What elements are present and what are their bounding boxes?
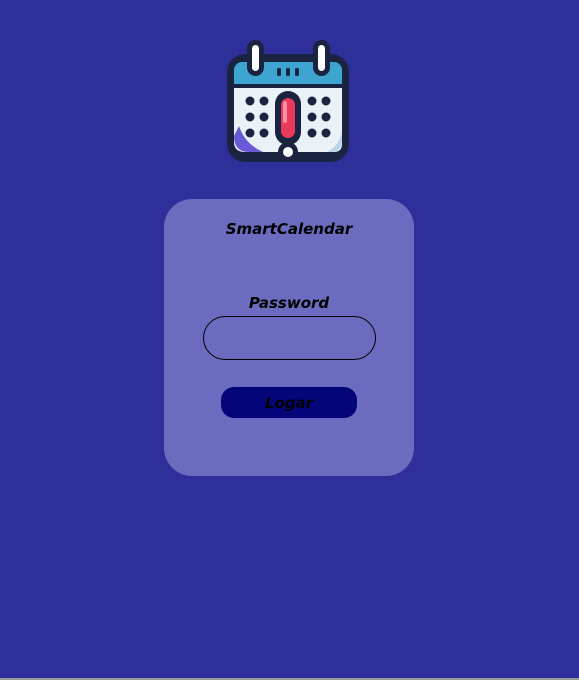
app-title: SmartCalendar: [225, 220, 353, 238]
login-button[interactable]: Logar: [221, 387, 357, 418]
password-input[interactable]: [203, 316, 376, 360]
calendar-alert-icon: [227, 40, 349, 162]
password-label: Password: [248, 294, 330, 312]
login-card: SmartCalendar Password Logar: [164, 199, 414, 476]
